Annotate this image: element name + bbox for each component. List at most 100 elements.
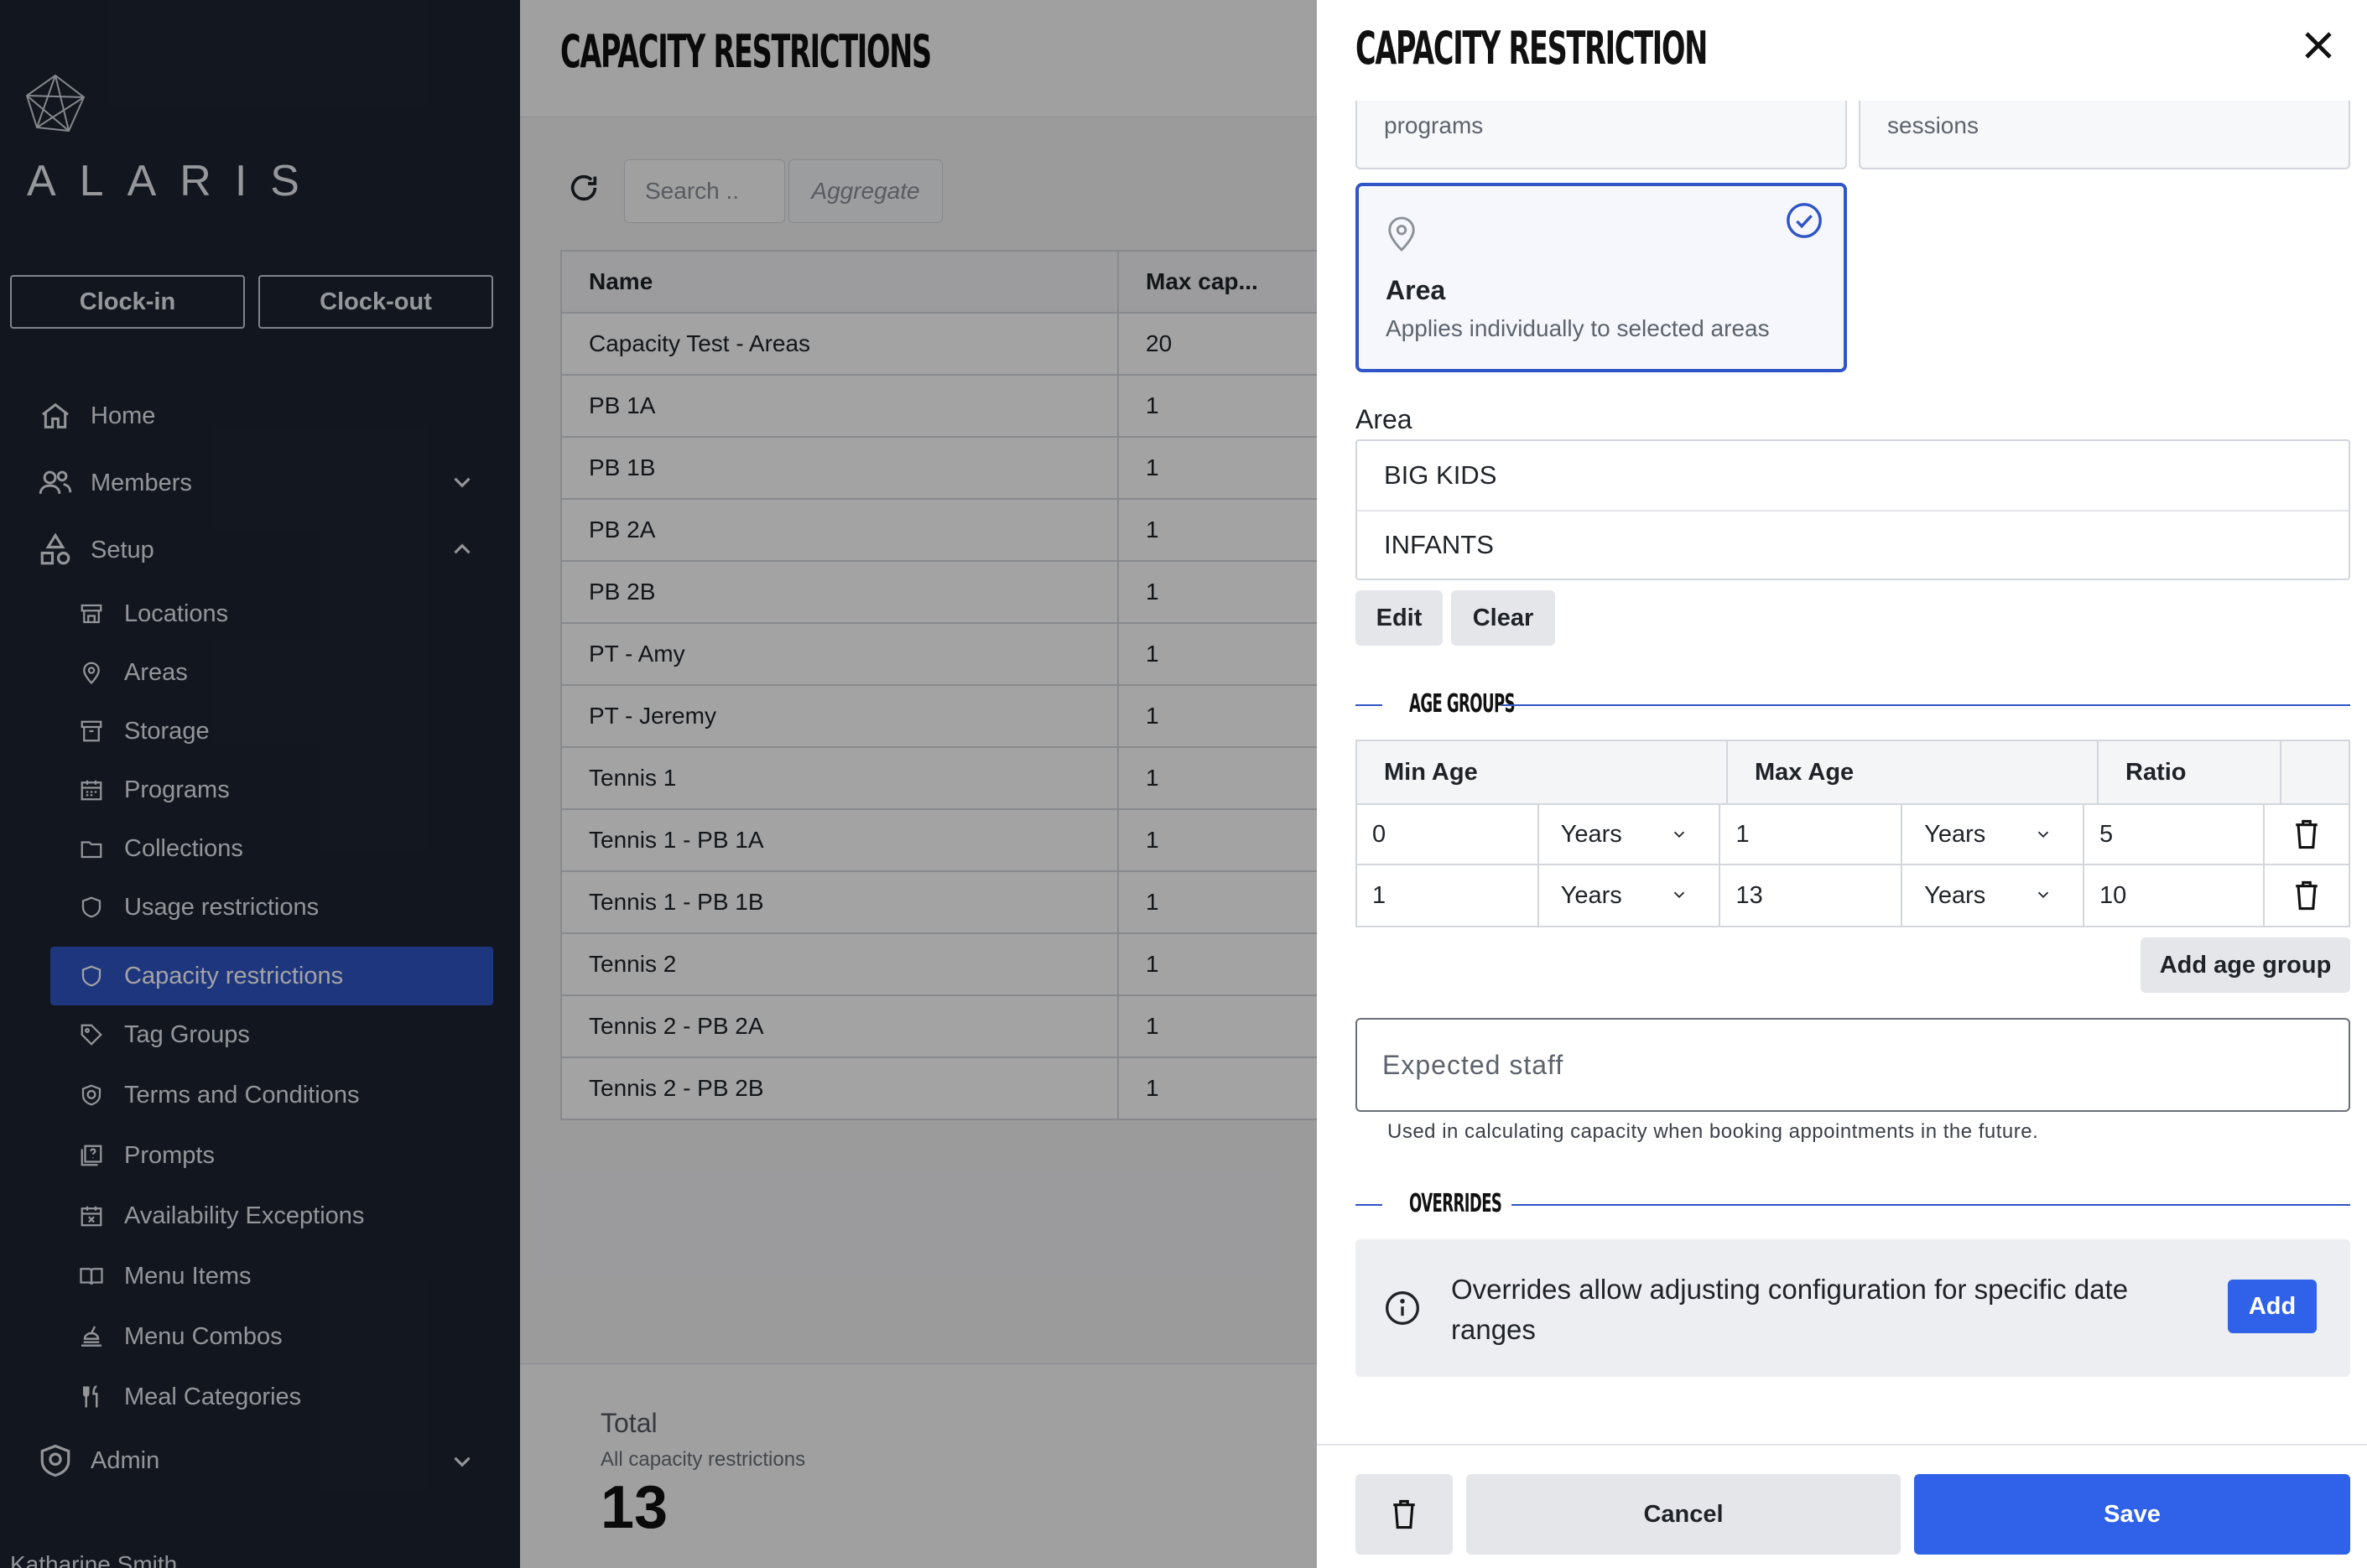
chevron-down-icon[interactable] [448,468,476,496]
column-header-max-capacity[interactable]: Max cap... [1119,252,1317,312]
sidebar-item-tag-groups[interactable]: Tag Groups [50,1005,493,1064]
chevron-down-icon[interactable] [448,1447,476,1476]
select-value: Years [1560,881,1622,909]
table-header-row: Name Max cap... [562,252,1317,314]
chevron-down-icon [1674,891,1685,899]
expected-staff-input[interactable]: Expected staff [1355,1018,2350,1112]
table-row: 1 Years 13 Years 10 [1357,865,2349,926]
add-age-group-button[interactable]: Add age group [2141,937,2350,993]
table-row[interactable]: PB 2B 1 [562,562,1317,624]
min-age-unit-select[interactable]: Years [1539,805,1721,864]
cell-name: PB 1A [562,376,1119,436]
archive-icon [77,717,106,745]
table-row[interactable]: PB 1A 1 [562,376,1317,438]
min-age-unit-select[interactable]: Years [1539,865,1721,926]
sidebar-item-programs[interactable]: Programs [50,761,493,819]
table-row[interactable]: PB 2A 1 [562,500,1317,562]
table-row[interactable]: Tennis 2 - PB 2B 1 [562,1058,1317,1120]
table-row[interactable]: Tennis 1 - PB 1B 1 [562,872,1317,934]
select-value: Years [1924,881,1986,909]
total-value: 13 [601,1474,668,1541]
nav-home[interactable]: Home [37,397,155,434]
nav-members[interactable]: Members [37,465,192,501]
clock-in-button[interactable]: Clock-in [10,275,245,329]
column-header-ratio: Ratio [2099,741,2281,803]
column-header-name[interactable]: Name [562,252,1119,312]
close-icon[interactable] [2298,25,2338,65]
option-sessions-card[interactable]: sessions [1859,101,2350,169]
aggregate-button[interactable]: Aggregate [788,159,943,223]
cell-max-capacity: 1 [1146,454,1159,480]
table-row[interactable]: Tennis 2 - PB 2A 1 [562,996,1317,1058]
table-row[interactable]: PB 1B 1 [562,438,1317,500]
calendar-icon [77,776,106,804]
sidebar-item-locations[interactable]: Locations [50,584,493,643]
table-row[interactable]: Tennis 2 1 [562,934,1317,996]
sidebar-item-terms-and-conditions[interactable]: Terms and Conditions [50,1066,493,1124]
max-age-unit-select[interactable]: Years [1902,865,2084,926]
sidebar-item-usage-restrictions[interactable]: Usage restrictions [50,878,493,937]
nav-setup[interactable]: Setup [37,532,154,569]
ratio-input[interactable]: 10 [2084,865,2265,926]
table-row[interactable]: Capacity Test - Areas 20 [562,314,1317,376]
overrides-info-box: Overrides allow adjusting configuration … [1355,1239,2350,1377]
cell-name: PT - Jeremy [562,686,1119,746]
search-input[interactable]: Search .. [624,159,785,223]
brand-name: ALARIS [27,157,323,205]
sidebar-item-label: Locations [124,600,229,627]
sidebar-item-collections[interactable]: Collections [50,819,493,878]
list-item[interactable]: BIG KIDS [1357,441,2349,510]
table-row[interactable]: Tennis 1 - PB 1A 1 [562,810,1317,872]
sidebar-item-storage[interactable]: Storage [50,702,493,761]
sidebar-item-menu-combos[interactable]: Menu Combos [50,1307,493,1366]
min-age-input[interactable]: 1 [1357,865,1539,926]
table-row: 0 Years 1 Years 5 [1357,805,2349,865]
refresh-icon[interactable] [567,171,601,205]
delete-button[interactable] [1355,1474,1453,1555]
nav-home-label: Home [91,402,156,429]
option-sessions-desc: sessions [1887,112,1979,138]
cancel-button[interactable]: Cancel [1466,1474,1901,1555]
min-age-input[interactable]: 0 [1357,805,1539,864]
list-item[interactable]: INFANTS [1357,510,2349,579]
nav-admin[interactable]: Admin [37,1442,159,1479]
max-age-unit-select[interactable]: Years [1902,805,2084,864]
clock-out-button[interactable]: Clock-out [258,275,493,329]
clear-areas-button[interactable]: Clear [1451,590,1555,646]
table-row[interactable]: PT - Amy 1 [562,624,1317,686]
tag-icon [77,1020,106,1049]
delete-age-group-button[interactable] [2265,805,2349,864]
shield-icon [77,893,106,922]
prompt-icon [77,1141,106,1170]
cell-name: Tennis 1 - PB 1A [562,810,1119,870]
check-circle-icon [1787,203,1822,238]
ratio-input[interactable]: 5 [2084,805,2265,864]
capacity-table: Name Max cap... Capacity Test - Areas 20 … [560,250,1317,1120]
max-age-input[interactable]: 1 [1720,805,1903,864]
sidebar-item-availability-exceptions[interactable]: Availability Exceptions [50,1186,493,1245]
cell-max-capacity: 1 [1146,765,1159,791]
sidebar-item-label: Usage restrictions [124,893,320,921]
table-row[interactable]: PT - Jeremy 1 [562,686,1317,748]
drawer-footer: Cancel Save [1317,1444,2367,1568]
store-icon [77,600,106,628]
sidebar-item-meal-categories[interactable]: Meal Categories [50,1368,493,1426]
option-programs-card[interactable]: programs [1355,101,1847,169]
edit-areas-button[interactable]: Edit [1355,590,1443,646]
add-override-button[interactable]: Add [2228,1280,2317,1333]
table-row[interactable]: Tennis 1 1 [562,748,1317,810]
delete-age-group-button[interactable] [2265,865,2349,926]
home-icon [37,397,74,434]
sidebar-item-label: Terms and Conditions [124,1081,360,1109]
option-area-card[interactable]: Area Applies individually to selected ar… [1355,183,1847,372]
sidebar-item-capacity-restrictions[interactable]: Capacity restrictions [50,947,493,1005]
chevron-up-icon[interactable] [448,535,476,563]
sidebar-item-menu-items[interactable]: Menu Items [50,1247,493,1306]
sidebar-item-areas[interactable]: Areas [50,643,493,702]
save-button[interactable]: Save [1914,1474,2350,1555]
sidebar-item-prompts[interactable]: Prompts [50,1126,493,1185]
shapes-icon [37,532,74,569]
max-age-input[interactable]: 13 [1720,865,1903,926]
cell-max-capacity: 1 [1146,392,1159,418]
user-name[interactable]: Katharine Smith [10,1551,177,1568]
